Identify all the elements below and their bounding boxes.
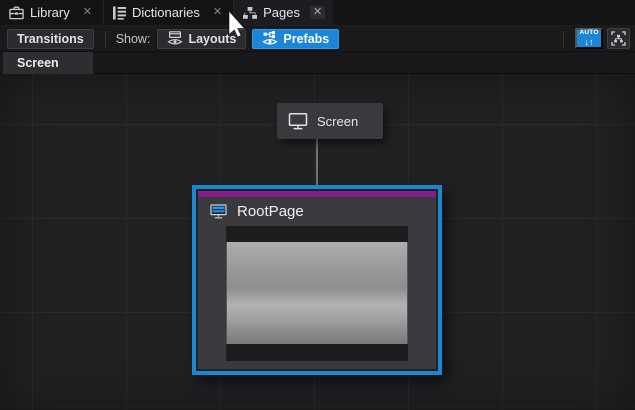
rootpage-selection-border[interactable]: RootPage (192, 185, 442, 375)
rootpage-monitor-icon (210, 204, 227, 219)
auto-arrange-label: AUTO (579, 30, 598, 37)
preview-header-strip (226, 226, 408, 242)
auto-arrange-button[interactable]: AUTO ↓↑ (575, 28, 603, 49)
transitions-button-label: Transitions (17, 32, 84, 46)
prefabs-toggle-button[interactable]: Prefabs (252, 29, 339, 49)
pages-toolbar: Transitions Show: Layouts (0, 26, 635, 52)
rootpage-node-label: RootPage (237, 203, 304, 220)
screen-node-label: Screen (317, 114, 358, 129)
library-icon (9, 6, 24, 20)
monitor-icon (288, 112, 308, 130)
node-graph-canvas[interactable]: Screen RootPage (0, 74, 635, 410)
rootpage-node[interactable]: RootPage (198, 191, 436, 369)
auto-arrange-arrows-icon: ↓↑ (585, 38, 594, 47)
breadcrumb-screen-label: Screen (17, 56, 59, 70)
toolbar-separator (105, 31, 106, 47)
prefabs-eye-icon (262, 31, 278, 46)
transitions-button[interactable]: Transitions (7, 29, 94, 49)
pages-editor-window: Library ✕ Dictionaries ✕ (0, 0, 635, 410)
layouts-button-label: Layouts (188, 32, 236, 46)
fit-to-view-icon (611, 31, 626, 46)
rootpage-preview-thumbnail (226, 226, 408, 361)
toolbar-separator (563, 31, 564, 47)
breadcrumb-screen-tab[interactable]: Screen (3, 52, 93, 74)
tab-dictionaries-label: Dictionaries (132, 5, 200, 20)
tab-dictionaries-close-icon[interactable]: ✕ (210, 6, 225, 19)
tab-library-close-icon[interactable]: ✕ (80, 6, 95, 19)
tab-pages-close-icon[interactable]: ✕ (310, 6, 325, 19)
preview-footer-strip (226, 344, 408, 361)
document-tab-bar: Library ✕ Dictionaries ✕ (0, 0, 635, 26)
tab-library-label: Library (30, 5, 70, 20)
fit-to-view-button[interactable] (607, 28, 630, 49)
prefabs-button-label: Prefabs (283, 32, 329, 46)
screen-node[interactable]: Screen (277, 103, 383, 139)
breadcrumb: Screen (0, 52, 635, 74)
rootpage-header: RootPage (198, 197, 436, 226)
tab-pages-label: Pages (263, 5, 300, 20)
dictionaries-icon (113, 6, 126, 20)
layouts-toggle-button[interactable]: Layouts (157, 29, 246, 49)
preview-content-gradient (226, 242, 408, 344)
layouts-eye-icon (167, 31, 183, 46)
tab-pages[interactable]: Pages ✕ (233, 0, 333, 25)
tab-dictionaries[interactable]: Dictionaries ✕ (103, 0, 233, 25)
node-connector-line (316, 139, 318, 186)
show-label: Show: (116, 32, 151, 46)
tab-library[interactable]: Library ✕ (0, 0, 103, 25)
pages-icon (243, 7, 257, 19)
